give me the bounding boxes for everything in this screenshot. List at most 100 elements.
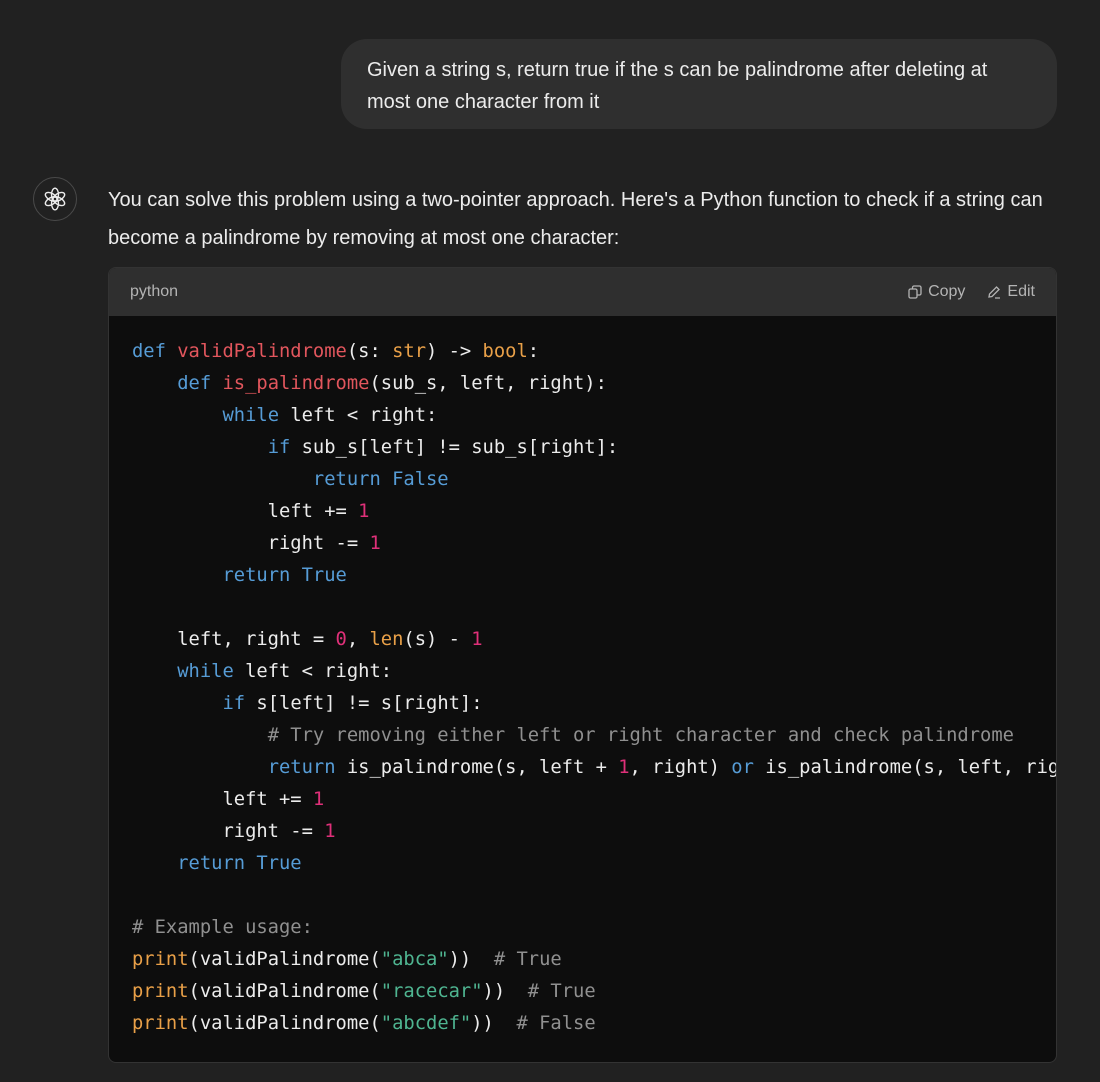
code-token: # True <box>493 949 562 970</box>
code-token: left += <box>132 789 313 810</box>
code-line: while left < right: <box>132 400 1056 432</box>
code-line: return True <box>132 848 1056 880</box>
code-token: 1 <box>312 789 325 810</box>
code-line: # Try removing either left or right char… <box>132 720 1056 752</box>
code-line: while left < right: <box>132 656 1056 688</box>
code-token: if <box>222 693 246 714</box>
code-line: def validPalindrome(s: str) -> bool: <box>132 336 1056 368</box>
code-token: print <box>132 981 189 1002</box>
code-token: 1 <box>471 629 483 650</box>
code-token: : <box>527 341 540 362</box>
code-line: return True <box>132 560 1056 592</box>
code-token: return <box>222 565 291 586</box>
copy-label: Copy <box>928 283 966 300</box>
code-line: right -= 1 <box>132 816 1056 848</box>
code-token: print <box>132 949 189 970</box>
pencil-icon <box>988 286 1001 299</box>
code-line: print(validPalindrome("abca")) # True <box>132 944 1056 976</box>
code-token: validPalindrome <box>177 341 347 362</box>
code-token: # True <box>527 981 596 1002</box>
code-token: (validPalindrome( <box>188 1013 381 1034</box>
code-token: str <box>392 341 426 362</box>
code-token: while <box>177 661 234 682</box>
assistant-intro-text: You can solve this problem using a two-p… <box>108 189 1043 249</box>
code-line: return is_palindrome(s, left + 1, right)… <box>132 752 1056 784</box>
code-token: # Try removing either left or right char… <box>267 725 1014 746</box>
code-token: # Example usage: <box>132 917 313 938</box>
assistant-avatar <box>33 177 77 221</box>
copy-code-button[interactable]: Copy <box>908 283 965 301</box>
code-token: )) <box>448 949 494 970</box>
code-token: right -= <box>132 821 325 842</box>
code-token: (s: <box>346 341 393 362</box>
code-token: 1 <box>618 757 630 778</box>
code-token: 0 <box>335 629 347 650</box>
code-line: def is_palindrome(sub_s, left, right): <box>132 368 1056 400</box>
code-line: # Example usage: <box>132 912 1056 944</box>
code-token: left, right = <box>132 629 336 650</box>
code-token: return <box>267 757 336 778</box>
code-line: left, right = 0, len(s) - 1 <box>132 624 1056 656</box>
code-line: right -= 1 <box>132 528 1056 560</box>
code-token: True <box>256 853 302 874</box>
code-line: print(validPalindrome("abcdef")) # False <box>132 1008 1056 1040</box>
code-token: # False <box>516 1013 596 1034</box>
code-token: is_palindrome <box>222 373 370 394</box>
code-token: "abcdef" <box>380 1013 472 1034</box>
code-token: sub_s[left] != sub_s[right]: <box>290 437 619 458</box>
code-token: return <box>177 853 246 874</box>
code-line: left += 1 <box>132 496 1056 528</box>
code-token: while <box>222 405 280 426</box>
code-token: return <box>312 469 381 490</box>
code-token: (sub_s, left, right): <box>369 373 607 394</box>
code-token: if <box>267 437 291 458</box>
code-token: , right) <box>629 757 732 778</box>
edit-code-button[interactable]: Edit <box>987 283 1035 301</box>
code-token: (validPalindrome( <box>188 981 381 1002</box>
code-token: , <box>346 629 370 650</box>
code-token: is_palindrome(s, left + <box>335 757 619 778</box>
code-token: right -= <box>132 533 370 554</box>
user-message-text: Given a string s, return true if the s c… <box>367 59 988 113</box>
code-block: python Copy Edit def validPalindrome(s: … <box>108 267 1057 1063</box>
code-language-label: python <box>130 283 179 300</box>
copy-icon <box>908 285 922 299</box>
code-token: len <box>369 629 404 650</box>
code-token: left < right: <box>233 661 393 682</box>
code-token: (s) - <box>403 629 472 650</box>
code-token: ) -> <box>426 341 483 362</box>
code-content: def validPalindrome(s: str) -> bool: def… <box>109 316 1056 1040</box>
code-block-header: python Copy Edit <box>109 268 1056 316</box>
code-token: left < right: <box>279 405 438 426</box>
code-line: return False <box>132 464 1056 496</box>
code-line: left += 1 <box>132 784 1056 816</box>
edit-label: Edit <box>1007 283 1035 300</box>
code-token: bool <box>482 341 528 362</box>
code-token: True <box>301 565 347 586</box>
code-line: if sub_s[left] != sub_s[right]: <box>132 432 1056 464</box>
code-line: print(validPalindrome("racecar")) # True <box>132 976 1056 1008</box>
code-token: is_palindrome(s, left, righ <box>753 757 1056 778</box>
code-token: print <box>132 1013 189 1034</box>
code-token: (validPalindrome( <box>188 949 381 970</box>
code-token: def <box>177 373 212 394</box>
code-token: )) <box>471 1013 517 1034</box>
code-token: False <box>392 469 449 490</box>
code-token: s[left] != s[right]: <box>245 693 483 714</box>
